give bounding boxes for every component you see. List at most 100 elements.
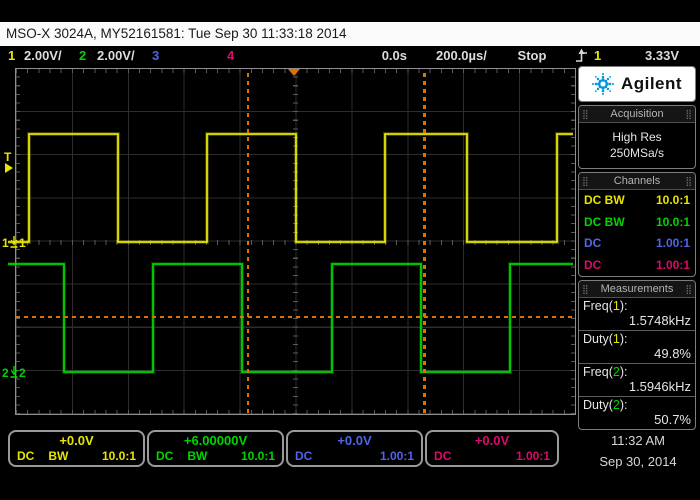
measurements-header: Measurements <box>579 281 695 298</box>
ch1-number: 1 <box>8 46 15 66</box>
ch4-probe-label: 1.00:1 <box>516 449 550 463</box>
ch1-reference-label: 1 <box>19 236 26 250</box>
ch2-reference-label: 2 <box>19 366 26 380</box>
ch2-scale: 2.00V/ <box>97 46 135 66</box>
horizontal-delay: 0.0s <box>350 46 407 66</box>
ch2-settings-box: +6.00000V DC BW 10.0:1 <box>147 430 284 467</box>
measurement-row: Freq(2): 1.5946kHz <box>579 363 695 396</box>
ch1-coupling-label: DC <box>17 449 34 463</box>
ch1-offset: +0.0V <box>10 433 143 449</box>
acquisition-mode: High Res <box>579 129 695 145</box>
ch1-ground-marker: 1 <box>2 236 18 249</box>
ch4-probe: 1.00:1 <box>656 255 690 277</box>
ch1-ground-number: 1 <box>2 237 9 249</box>
trigger-time-marker-icon <box>288 69 300 76</box>
grip-icon <box>582 177 589 186</box>
measurement-row: Freq(1): 1.5748kHz <box>579 298 695 330</box>
ch1-scale: 2.00V/ <box>24 46 62 66</box>
ticks-right <box>571 69 575 414</box>
trigger-level-marker: T <box>4 151 13 173</box>
measurement-row: Duty(2): 50.7% <box>579 396 695 429</box>
clock-time: 11:32 AM <box>582 433 694 448</box>
brand-box: Agilent <box>578 66 696 102</box>
ch4-settings-box: +0.0V DC 1.00:1 <box>425 430 559 467</box>
ch1-coupling: DC BW <box>584 190 625 212</box>
meas1-label-end: ): <box>620 299 628 313</box>
ch3-coupling-label: DC <box>295 449 312 463</box>
ground-icon <box>10 236 18 249</box>
clock-date: Sep 30, 2014 <box>582 454 694 469</box>
cursor-horizontal-1 <box>16 316 574 318</box>
acquisition-header: Acquisition <box>579 106 695 123</box>
measurements-title: Measurements <box>589 281 686 297</box>
ch4-coupling: DC <box>584 255 601 277</box>
datetime-block: 11:32 AM Sep 30, 2014 <box>582 433 694 469</box>
meas3-label: Freq( <box>583 365 613 379</box>
meas2-label-end: ): <box>620 332 628 346</box>
cursor-vertical-2 <box>423 69 426 413</box>
channel-row-3: DC 1.00:1 <box>579 233 695 255</box>
meas2-value: 49.8% <box>583 346 691 361</box>
grip-icon <box>582 110 589 119</box>
measurements-panel: Measurements Freq(1): 1.5748kHz Duty(1):… <box>578 280 696 430</box>
meas4-channel: 2 <box>613 398 620 412</box>
brand-name: Agilent <box>621 74 682 94</box>
ch4-number: 4 <box>227 46 234 66</box>
trigger-level-value: 3.33V <box>624 46 679 66</box>
ch1-probe: 10.0:1 <box>656 190 690 212</box>
trigger-arrow-icon <box>5 163 13 173</box>
trigger-t-label: T <box>4 151 11 163</box>
ch2-offset: +6.00000V <box>149 433 282 449</box>
status-bar: 1 2.00V/ 2 2.00V/ 3 4 0.0s 200.0µs/ Stop… <box>0 46 700 66</box>
cursor-vertical-1 <box>247 69 249 413</box>
channels-panel: Channels DC BW 10.0:1 DC BW 10.0:1 DC 1.… <box>578 172 696 277</box>
channels-title: Channels <box>589 173 686 189</box>
ch1-probe-label: 10.0:1 <box>102 449 136 463</box>
agilent-logo-icon <box>592 73 614 95</box>
meas1-value: 1.5748kHz <box>583 313 691 328</box>
meas1-label: Freq( <box>583 299 613 313</box>
grip-icon <box>582 285 589 294</box>
ch2-number: 2 <box>79 46 86 66</box>
ch2-coupling: DC BW <box>584 212 625 234</box>
meas4-value: 50.7% <box>583 412 691 427</box>
ch4-offset: +0.0V <box>427 433 557 449</box>
ch3-probe: 1.00:1 <box>656 233 690 255</box>
ticks-center-vertical <box>293 69 298 414</box>
measurement-row: Duty(1): 49.8% <box>579 330 695 363</box>
meas3-value: 1.5946kHz <box>583 379 691 394</box>
meas2-label: Duty( <box>583 332 613 346</box>
meas1-channel: 1 <box>613 299 620 313</box>
meas4-label: Duty( <box>583 398 613 412</box>
meas2-channel: 1 <box>613 332 620 346</box>
meas4-label-end: ): <box>620 398 628 412</box>
grip-icon <box>685 110 692 119</box>
ground-icon <box>10 366 18 379</box>
ch3-offset: +0.0V <box>288 433 421 449</box>
ch2-probe: 10.0:1 <box>656 212 690 234</box>
acquisition-panel: Acquisition High Res 250MSa/s <box>578 105 696 169</box>
channels-header: Channels <box>579 173 695 190</box>
ch3-settings-box: +0.0V DC 1.00:1 <box>286 430 423 467</box>
ch2-ground-marker: 2 <box>2 366 18 379</box>
ch2-ground-number: 2 <box>2 367 9 379</box>
instrument-title: MSO-X 3024A, MY52161581: Tue Sep 30 11:3… <box>0 22 700 46</box>
ch4-coupling-label: DC <box>434 449 451 463</box>
ch2-probe-label: 10.0:1 <box>241 449 275 463</box>
timebase: 200.0µs/ <box>436 46 487 66</box>
ch2-coupling-label: DC <box>156 449 173 463</box>
channel-row-4: DC 1.00:1 <box>579 255 695 277</box>
acquisition-title: Acquisition <box>589 106 686 122</box>
run-state: Stop <box>510 46 554 66</box>
grip-icon <box>685 177 692 186</box>
ch3-coupling: DC <box>584 233 601 255</box>
ch1-bw-label: BW <box>48 449 68 463</box>
ch1-settings-box: +0.0V DC BW 10.0:1 <box>8 430 145 467</box>
channel-row-1: DC BW 10.0:1 <box>579 190 695 212</box>
ch3-number: 3 <box>152 46 159 66</box>
grip-icon <box>685 285 692 294</box>
channel-row-2: DC BW 10.0:1 <box>579 212 695 234</box>
meas3-channel: 2 <box>613 365 620 379</box>
trigger-source: 1 <box>594 46 601 66</box>
ch3-probe-label: 1.00:1 <box>380 449 414 463</box>
